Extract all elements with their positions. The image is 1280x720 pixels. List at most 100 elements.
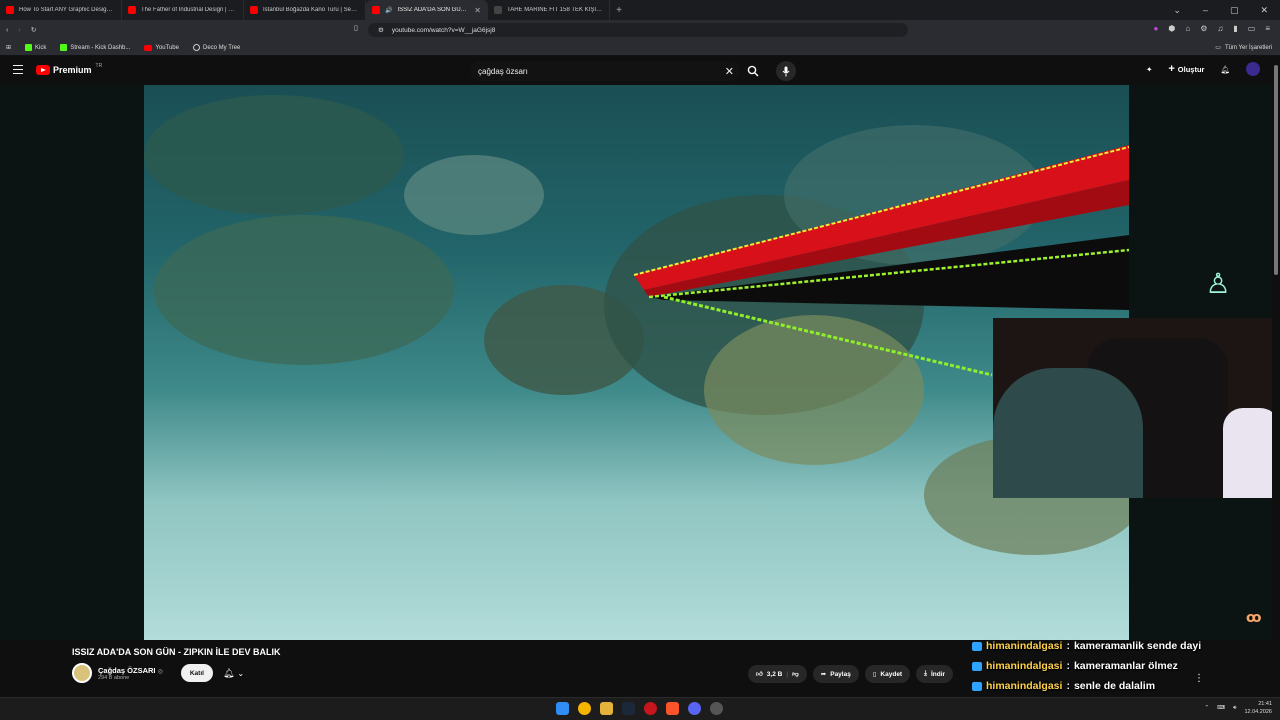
save-button[interactable]: ▯ Kaydet (864, 665, 911, 683)
browser-tab[interactable]: How To Start ANY Graphic Design Fr (0, 0, 122, 20)
start-menu-icon[interactable] (556, 702, 569, 715)
chat-message: himanindalgasi: kameramanlar ölmez (972, 656, 1202, 676)
hamburger-menu-icon[interactable] (13, 65, 23, 74)
channel-info: Çağdaş ÖZSARI ◎ 294 B abone (98, 666, 163, 681)
bookmark-deco-my-tree[interactable]: Deco My Tree (192, 44, 240, 51)
bookmark-youtube[interactable]: YouTube (144, 44, 179, 51)
sidebar-icon[interactable]: ▮ (1233, 24, 1237, 33)
create-label: Oluştur (1177, 64, 1205, 74)
tab-title: How To Start ANY Graphic Design Fr (19, 7, 115, 13)
extensions-area: ● ⬢ ⌂ ⚙ ♫ ▮ ▭ ≡ (1154, 24, 1270, 33)
stream-chat-overlay: himanindalgasi: kameramanlik sende dayi h… (972, 636, 1202, 696)
steam-icon[interactable] (622, 702, 635, 715)
discord-icon[interactable] (688, 702, 701, 715)
save-icon: ▯ (872, 671, 877, 678)
thumbs-down-icon[interactable]: 👎︎ (792, 670, 799, 678)
video-frame[interactable] (144, 85, 1129, 640)
reload-icon[interactable]: ↻ (31, 26, 37, 34)
url-text: youtube.com/watch?v=W__jaG6jsj8 (391, 26, 496, 34)
channel-name[interactable]: Çağdaş ÖZSARI ◎ (98, 666, 163, 675)
kick-badge-icon (972, 681, 982, 691)
join-button[interactable]: Katıl (180, 664, 213, 682)
streamer-webcam-overlay (993, 318, 1280, 498)
url-field[interactable]: ⚙ youtube.com/watch?v=W__jaG6jsj8 (368, 23, 908, 37)
browser-tab[interactable]: İstanbul Boğazda Kano Turu | Sea Ka (244, 0, 366, 20)
gemini-icon[interactable]: ✦ (1146, 65, 1152, 74)
menu-icon[interactable]: ≡ (1265, 24, 1270, 33)
download-icon: ⤓ (924, 670, 927, 677)
youtube-favicon-icon (6, 6, 14, 14)
save-label: Kaydet (880, 670, 903, 678)
youtube-favicon-icon (128, 6, 136, 14)
maximize-icon[interactable]: ▢ (1230, 5, 1239, 16)
site-info-icon[interactable]: ⚙ (378, 26, 384, 34)
page-favicon-icon (494, 6, 502, 14)
extension-icon[interactable]: ⚙ (1200, 24, 1207, 33)
address-toolbar: ‹ › ↻ ▯ ⚙ youtube.com/watch?v=W__jaG6jsj… (0, 20, 1280, 40)
youtube-logo[interactable]: Premium TR (36, 63, 102, 75)
bookmark-label: Stream - Kick Dashb... (70, 44, 131, 51)
subscription-bell-button[interactable]: 🔔︎ ⌄ (219, 664, 253, 682)
close-window-icon[interactable]: ✕ (1260, 5, 1268, 16)
brave-icon[interactable] (666, 702, 679, 715)
clock[interactable]: 21:41 12.04.2026 (1244, 700, 1272, 716)
chat-message: himanindalgasi: kameramanlik sende dayi (972, 636, 1202, 656)
browser-tab-active[interactable]: 🔊 ISSIZ ADA'DA SON GÜN - ZIP ✕ (366, 0, 488, 20)
tray-arrow-icon[interactable]: ⌃ (1204, 705, 1209, 711)
extension-icon[interactable]: ⬢ (1168, 24, 1175, 33)
channel-row: Çağdaş ÖZSARI ◎ 294 B abone Katıl 🔔︎ ⌄ (72, 663, 253, 683)
music-icon[interactable]: ♫ (1217, 24, 1223, 33)
extension-icon[interactable]: ⌂ (1185, 24, 1190, 33)
browser-tab[interactable]: TAHE MARINE FIT 158 TEK KİŞİLİK SU (488, 0, 610, 20)
streamer-figure (993, 368, 1143, 498)
search-input[interactable]: çağdaş özsarı ✕ (470, 61, 740, 81)
bookmark-page-icon[interactable]: ▯ (354, 24, 358, 32)
search-button[interactable] (741, 61, 765, 81)
logo-text: Premium (53, 65, 92, 75)
share-button[interactable]: ➦ Paylaş (812, 665, 859, 683)
more-options-icon[interactable]: ⋮ (1194, 673, 1204, 684)
volume-icon[interactable]: 🔊︎ (1233, 705, 1236, 712)
tab-list-icon[interactable]: ⌄ (1173, 5, 1181, 16)
bookmark-stream-kick[interactable]: Stream - Kick Dashb... (60, 44, 130, 51)
download-button[interactable]: ⤓ İndir (916, 665, 954, 683)
clear-search-icon[interactable]: ✕ (725, 65, 734, 78)
obs-icon[interactable] (710, 702, 723, 715)
account-avatar[interactable] (1246, 62, 1260, 76)
close-tab-icon[interactable]: ✕ (474, 6, 481, 15)
share-icon: ➦ (820, 671, 827, 678)
chat-username: himanindalgasi (986, 680, 1063, 692)
notifications-bell-icon[interactable]: 🔔︎ (1220, 65, 1230, 74)
clock-date: 12.04.2026 (1244, 709, 1272, 715)
chrome-icon[interactable] (578, 702, 591, 715)
browser-tab[interactable]: The Father of Industrial Design | Dier (122, 0, 244, 20)
video-actions: 👍︎ 3,2 B | 👎︎ ➦ Paylaş ▯ Kaydet ⤓ İndir (748, 665, 954, 683)
like-button[interactable]: 👍︎ 3,2 B | 👎︎ (748, 665, 807, 683)
page-scrollbar[interactable] (1272, 57, 1280, 697)
kick-badge-icon (972, 661, 982, 671)
extension-icon[interactable]: ● (1154, 24, 1159, 33)
search-query: çağdaş özsarı (478, 66, 528, 76)
network-icon[interactable]: ⌨ (1217, 705, 1225, 711)
opera-icon[interactable] (644, 702, 657, 715)
speargun-graphic (633, 145, 1129, 377)
kick-icon (25, 44, 33, 51)
all-bookmarks[interactable]: ▭ Tüm Yer İşaretleri (1215, 44, 1272, 52)
chat-username: himanindalgasi (986, 640, 1063, 652)
minimize-icon[interactable]: – (1203, 5, 1208, 16)
voice-search-button[interactable] (776, 61, 796, 81)
apps-grid-icon[interactable]: ⊞ (6, 44, 11, 51)
channel-avatar[interactable] (72, 663, 92, 683)
chat-username: himanindalgasi (986, 660, 1063, 672)
forward-icon[interactable]: › (18, 27, 20, 34)
create-button[interactable]: + Oluştur (1168, 63, 1204, 75)
scrollbar-thumb[interactable] (1274, 65, 1278, 275)
video-player[interactable]: ♙ ꝏ (0, 85, 1280, 640)
file-explorer-icon[interactable] (600, 702, 613, 715)
wallet-icon[interactable]: ▭ (1248, 24, 1256, 33)
back-icon[interactable]: ‹ (6, 27, 8, 34)
bookmark-kick[interactable]: Kick (25, 44, 46, 51)
new-tab-button[interactable]: + (610, 5, 628, 16)
chat-text: kameramanlik sende dayi (1073, 640, 1202, 652)
all-bookmarks-label: Tüm Yer İşaretleri (1224, 44, 1272, 51)
